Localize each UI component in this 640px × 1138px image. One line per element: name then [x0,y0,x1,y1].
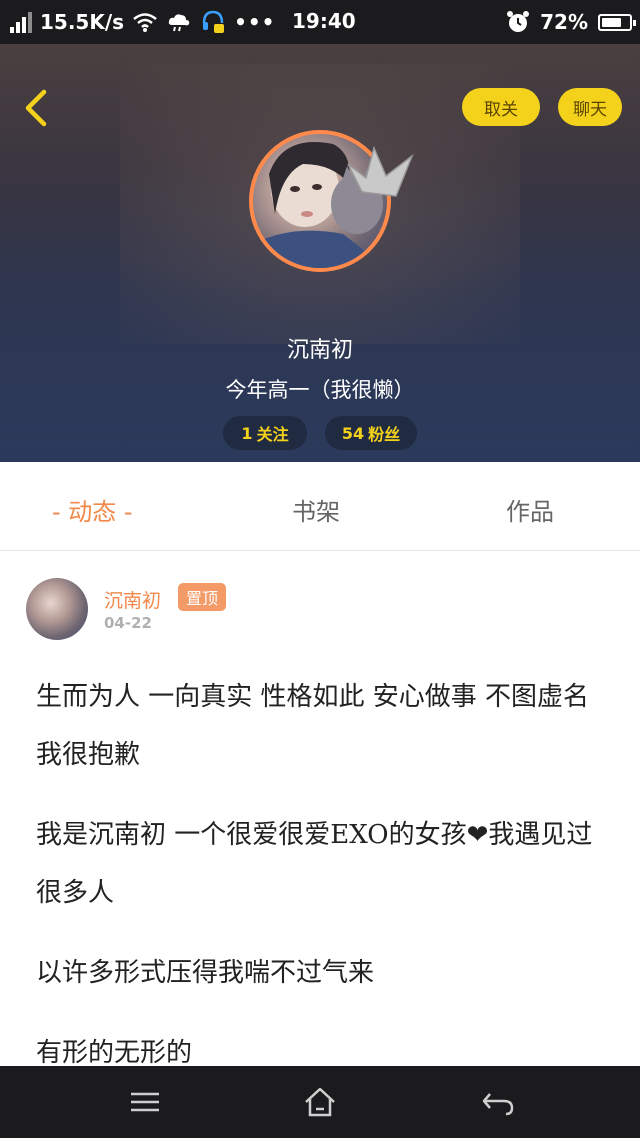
following-label: 关注 [256,425,289,444]
fans-stat[interactable]: 54 粉丝 [325,416,417,450]
unfollow-button[interactable]: 取关 [462,88,540,126]
status-bar: 15.5K/s ••• 19:40 72% [0,0,640,44]
more-dots-icon: ••• [234,10,276,34]
profile-header: 取关 聊天 沉南初 今年高一（我很懒） 1 关注 54 粉丝 [0,44,640,462]
following-stat[interactable]: 1 关注 [223,416,307,450]
user-bio: 今年高一（我很懒） [225,378,415,402]
battery-level-fill [602,17,621,27]
fans-label: 粉丝 [368,425,401,444]
tab-works[interactable]: 作品 [506,492,554,527]
post-paragraph: 我是沉南初 一个很爱很爱EXO的女孩❤我遇见过很多人 [36,820,593,908]
cloud-icon [168,14,190,32]
status-left: 15.5K/s ••• [10,9,275,35]
tab-dynamic[interactable]: - 动态 - [52,492,133,527]
system-nav-bar [0,1066,640,1138]
post-author-avatar[interactable] [26,578,88,640]
chat-button[interactable]: 聊天 [558,88,622,126]
home-icon[interactable] [300,1084,340,1120]
user-name: 沉南初 [286,338,353,363]
post-body[interactable]: 生而为人 一向真实 性格如此 安心做事 不图虚名 我很抱歉 我是沉南初 一个很爱… [36,668,606,1104]
battery-percent: 72% [540,10,588,34]
back-icon[interactable] [478,1084,518,1120]
status-right: 72% [506,0,636,44]
signal-icon [10,11,32,33]
alarm-icon [507,11,530,32]
menu-icon[interactable] [125,1084,165,1120]
post-paragraph: 以许多形式压得我喘不过气来 [36,958,375,988]
following-count: 1 [241,423,253,443]
tab-bookshelf[interactable]: 书架 [292,492,340,527]
post-author-name[interactable]: 沉南初 [104,586,161,613]
battery-icon [598,13,636,31]
profile-tabs: - 动态 - 书架 作品 [0,462,640,551]
post-paragraph: 生而为人 一向真实 性格如此 安心做事 不图虚名 我很抱歉 [36,682,590,770]
wifi-icon [133,13,157,32]
pinned-badge: 置顶 [178,583,227,611]
fans-count: 54 [341,423,365,443]
status-time: 19:40 [292,9,356,33]
post-date: 04-22 [104,614,152,632]
headset-icon [202,10,225,33]
back-arrow-icon[interactable] [18,84,58,132]
profile-page: 15.5K/s ••• 19:40 72% 取关 聊天 沉南初 今年高一（我很懒… [0,0,640,1138]
network-speed: 15.5K/s [40,10,125,34]
crown-icon [347,145,414,197]
